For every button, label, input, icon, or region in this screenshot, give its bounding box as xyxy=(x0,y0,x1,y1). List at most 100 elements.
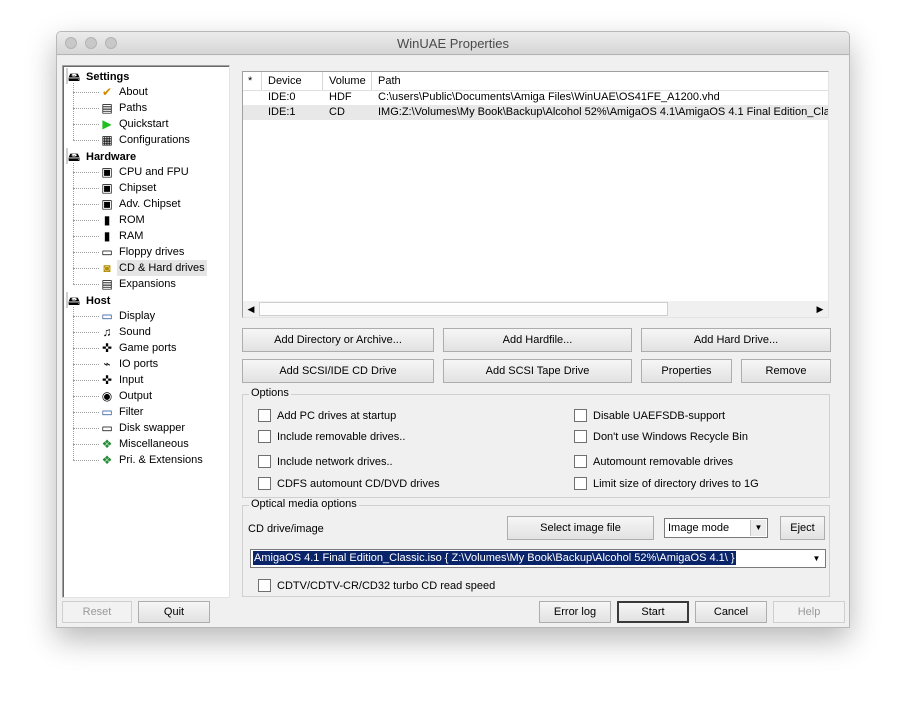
add-scsi-tape-button[interactable]: Add SCSI Tape Drive xyxy=(443,359,632,383)
paths-icon: ▤ xyxy=(101,101,113,115)
remove-button[interactable]: Remove xyxy=(741,359,831,383)
drive-volume-cell: CD xyxy=(329,106,345,118)
column-header-volume[interactable]: Volume xyxy=(323,72,372,90)
select-image-button[interactable]: Select image file xyxy=(507,516,654,540)
drive-row[interactable]: IDE:0 HDF C:\users\Public\Documents\Amig… xyxy=(243,90,828,105)
rom-icon: ▮ xyxy=(103,213,111,227)
tree-connector xyxy=(73,428,99,429)
miscellaneous-icon: ❖ xyxy=(101,437,113,451)
chevron-down-icon[interactable]: ▼ xyxy=(750,520,766,536)
scroll-right-icon[interactable]: ▶ xyxy=(812,301,828,317)
drive-path-cell: C:\users\Public\Documents\Amiga Files\Wi… xyxy=(378,91,720,103)
tree-connector xyxy=(73,163,74,284)
drive-row[interactable]: IDE:1 CD IMG:Z:\Volumes\My Book\Backup\A… xyxy=(243,105,828,120)
tree-item-label: Chipset xyxy=(119,182,157,194)
checkbox-box[interactable] xyxy=(258,477,271,490)
tree-item-label: Filter xyxy=(119,406,144,418)
tree-connector xyxy=(73,140,99,141)
add-directory-button[interactable]: Add Directory or Archive... xyxy=(242,328,434,352)
tree-connector xyxy=(73,396,99,397)
configurations-icon: ▦ xyxy=(101,133,113,147)
tree-item-label: Floppy drives xyxy=(119,246,185,258)
disk-swapper-icon: ▭ xyxy=(101,421,113,435)
error-log-button[interactable]: Error log xyxy=(539,601,611,623)
scroll-left-icon[interactable]: ◀ xyxy=(243,301,259,317)
tree-connector xyxy=(73,307,74,460)
cd-image-value: AmigaOS 4.1 Final Edition_Classic.iso { … xyxy=(253,551,736,565)
extensions-icon: ❖ xyxy=(101,453,113,467)
cpu-chip-icon: ▣ xyxy=(101,165,113,179)
properties-button[interactable]: Properties xyxy=(641,359,732,383)
tree-connector xyxy=(73,332,99,333)
checkbox-box[interactable] xyxy=(574,455,587,468)
tree-connector xyxy=(73,188,99,189)
column-header-device[interactable]: Device xyxy=(262,72,323,90)
checkbox-label: Don't use Windows Recycle Bin xyxy=(593,431,748,443)
help-button[interactable]: Help xyxy=(773,601,845,623)
tree-item-label: Input xyxy=(119,374,144,386)
tree-connector xyxy=(73,108,99,109)
joystick-icon: ✜ xyxy=(101,341,113,355)
checkbox-label: Automount removable drives xyxy=(593,456,734,468)
ram-icon: ▮ xyxy=(103,229,111,243)
start-button[interactable]: Start xyxy=(617,601,689,623)
cancel-button[interactable]: Cancel xyxy=(695,601,767,623)
reset-button[interactable]: Reset xyxy=(62,601,132,623)
settings-icon: 🖴 xyxy=(67,70,81,84)
tree-item-label: Game ports xyxy=(119,342,177,354)
scrollbar-thumb[interactable] xyxy=(259,302,668,316)
tree-item-label: Quickstart xyxy=(119,118,169,130)
tree-connector xyxy=(73,380,99,381)
drive-device-cell: IDE:0 xyxy=(268,91,296,103)
checkbox-box[interactable] xyxy=(258,430,271,443)
quickstart-play-icon: ▶ xyxy=(102,117,112,131)
tree-connector xyxy=(73,252,99,253)
add-hard-drive-button[interactable]: Add Hard Drive... xyxy=(641,328,831,352)
tree-item-label: Expansions xyxy=(119,278,176,290)
cd-image-select[interactable]: AmigaOS 4.1 Final Edition_Classic.iso { … xyxy=(250,549,826,568)
tree-connector xyxy=(73,236,99,237)
input-icon: ✜ xyxy=(101,373,113,387)
add-hardfile-button[interactable]: Add Hardfile... xyxy=(443,328,632,352)
add-scsi-cd-button[interactable]: Add SCSI/IDE CD Drive xyxy=(242,359,434,383)
drive-list[interactable]: * Device Volume Path IDE:0 HDF C:\users\… xyxy=(242,71,829,318)
checkbox-box[interactable] xyxy=(574,430,587,443)
tree-item-settings[interactable]: 🖴 Settings xyxy=(66,68,129,84)
checkbox-box[interactable] xyxy=(574,477,587,490)
settings-tree[interactable]: 🖴 Settings ✔ About ▤ Paths ▶ Quickstart ▦ Configu… xyxy=(62,65,230,598)
checkbox-box[interactable] xyxy=(258,455,271,468)
checkbox-label: CDFS automount CD/DVD drives xyxy=(277,478,440,490)
drive-volume-cell: HDF xyxy=(329,91,352,103)
checkbox-box[interactable] xyxy=(258,579,271,592)
drive-list-header: * Device Volume Path xyxy=(243,72,828,91)
tree-item-label: Sound xyxy=(119,326,151,338)
tree-item-label: Output xyxy=(119,390,153,402)
column-header-star[interactable]: * xyxy=(243,72,262,90)
title-bar[interactable]: WinUAE Properties xyxy=(57,32,849,55)
cd-mode-select[interactable]: Image mode ▼ xyxy=(664,518,768,538)
options-group-label: Options xyxy=(249,387,291,399)
tree-item-label: CPU and FPU xyxy=(119,166,189,178)
tree-item-label: Configurations xyxy=(119,134,190,146)
host-icon: 🖴 xyxy=(67,294,81,308)
tree-item-label: Paths xyxy=(119,102,148,114)
tree-item-label: Display xyxy=(119,310,156,322)
checkbox-box[interactable] xyxy=(574,409,587,422)
checkbox-box[interactable] xyxy=(258,409,271,422)
checkbox-label: Include removable drives.. xyxy=(277,431,406,443)
tree-item-hardware[interactable]: 🖴 Hardware xyxy=(66,148,136,164)
eject-button[interactable]: Eject xyxy=(780,516,825,540)
cd-drive-label: CD drive/image xyxy=(248,523,324,535)
quit-button[interactable]: Quit xyxy=(138,601,210,623)
hard-drives-panel: * Device Volume Path IDE:0 HDF C:\users\… xyxy=(236,65,842,598)
optical-group-label: Optical media options xyxy=(249,498,359,510)
column-header-path[interactable]: Path xyxy=(372,72,828,90)
drive-list-hscrollbar[interactable]: ◀ ▶ xyxy=(243,301,828,317)
chevron-down-icon[interactable]: ▼ xyxy=(809,551,824,566)
cd-mode-value: Image mode xyxy=(668,522,730,534)
tree-item-host[interactable]: 🖴 Host xyxy=(66,292,110,308)
tree-connector xyxy=(73,204,99,205)
checkbox-label: CDTV/CDTV-CR/CD32 turbo CD read speed xyxy=(277,580,496,592)
tree-connector xyxy=(73,124,99,125)
filter-icon: ▭ xyxy=(101,405,113,419)
